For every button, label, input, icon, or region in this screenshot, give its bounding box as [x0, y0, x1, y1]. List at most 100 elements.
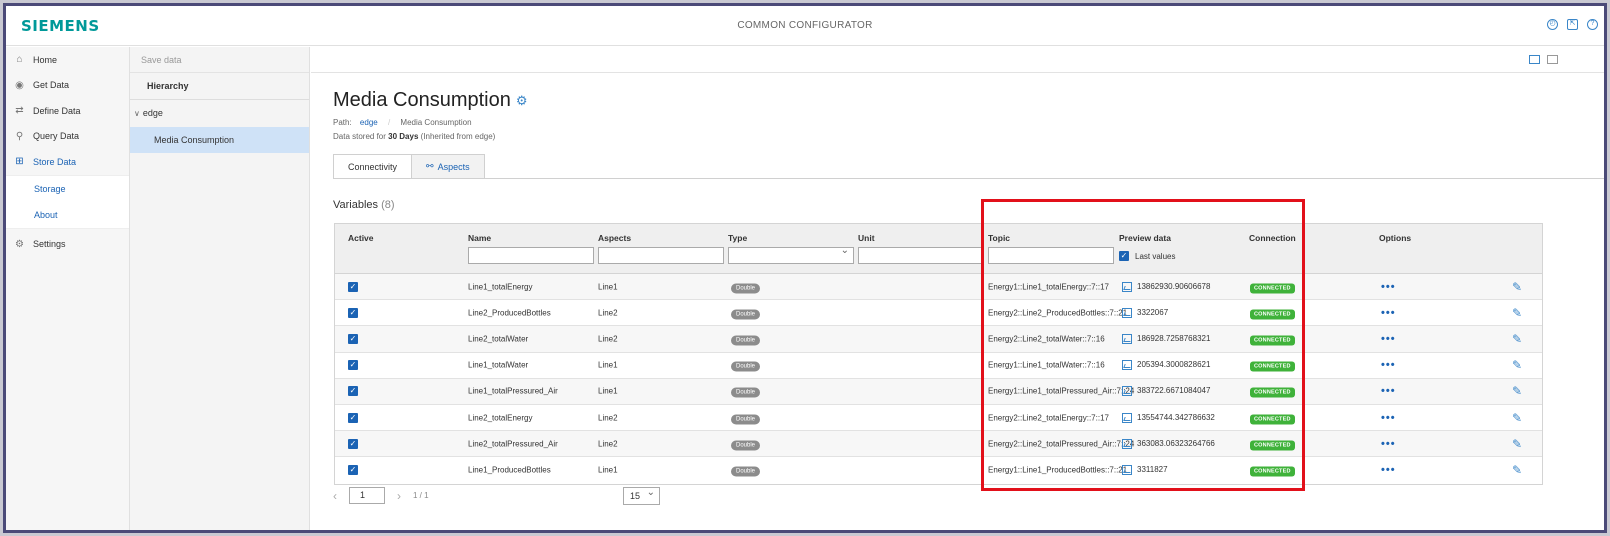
- last-values-toggle[interactable]: ✓ Last values: [1119, 251, 1175, 261]
- more-options-icon[interactable]: •••: [1381, 464, 1396, 476]
- variable-topic: Energy1::Line1_totalEnergy::7::17: [988, 282, 1109, 292]
- layout-left-icon[interactable]: [1529, 55, 1540, 64]
- last-values-checkbox[interactable]: ✓: [1119, 251, 1129, 261]
- tab-aspects[interactable]: ⚯ Aspects: [411, 154, 485, 179]
- edit-pencil-icon[interactable]: ✎: [1512, 437, 1522, 451]
- aspects-filter-input[interactable]: [598, 247, 724, 264]
- hierarchy-node-edge[interactable]: ∨ edge: [130, 100, 309, 127]
- active-checkbox[interactable]: ✓: [348, 307, 358, 318]
- edit-pencil-icon[interactable]: ✎: [1512, 280, 1522, 294]
- more-options-icon[interactable]: •••: [1381, 412, 1396, 424]
- unit-filter-input[interactable]: [858, 247, 984, 264]
- app-title: COMMON CONFIGURATOR: [737, 20, 873, 31]
- nav-item-label: Home: [33, 54, 58, 65]
- hierarchy-node-selected[interactable]: Media Consumption: [130, 127, 309, 153]
- edit-pencil-icon[interactable]: ✎: [1512, 463, 1522, 477]
- nav-item-home[interactable]: ⌂ Home: [6, 47, 129, 73]
- trend-chart-icon[interactable]: [1122, 307, 1132, 318]
- trend-chart-icon[interactable]: [1122, 465, 1132, 476]
- page-size-select[interactable]: 15: [623, 485, 660, 505]
- connected-badge: CONNECTED: [1250, 440, 1295, 451]
- type-badge-label: Double: [731, 335, 761, 346]
- nav-item-get-data[interactable]: ◉ Get Data: [6, 73, 129, 99]
- active-checkbox[interactable]: ✓: [348, 438, 358, 449]
- gear-icon[interactable]: ⚙: [516, 93, 528, 109]
- active-checkbox[interactable]: ✓: [348, 412, 358, 423]
- retention-suffix: (Inherited from edge): [420, 132, 496, 141]
- nav-sub-storage[interactable]: Storage: [6, 175, 129, 202]
- more-options-icon[interactable]: •••: [1381, 438, 1396, 450]
- preview-value: 13862930.90606678: [1137, 281, 1211, 291]
- breadcrumb-current: Media Consumption: [400, 118, 472, 127]
- help-icon[interactable]: ?: [1587, 19, 1598, 30]
- name-filter-input[interactable]: [468, 247, 594, 264]
- chevron-down-icon[interactable]: ∨: [134, 109, 140, 118]
- table-row: ✓ Line2_totalWater Line2 Double Energy2::Lin…: [335, 326, 1542, 353]
- trend-chart-icon[interactable]: [1122, 281, 1132, 292]
- table-row: ✓ Line1_ProducedBottles Line1 Double Energy1…: [335, 457, 1542, 483]
- variable-aspect: Line1: [598, 282, 618, 292]
- nav-item-settings[interactable]: ⚙ Settings: [6, 232, 129, 258]
- preview-data: 3322067: [1122, 307, 1168, 318]
- nav-item-label: Settings: [33, 239, 66, 250]
- trend-chart-icon[interactable]: [1122, 386, 1132, 397]
- topic-filter-input[interactable]: [988, 247, 1114, 264]
- breadcrumb-link-edge[interactable]: edge: [360, 118, 378, 127]
- table-row: ✓ Line1_totalPressured_Air Line1 Double Ener…: [335, 378, 1542, 405]
- page-number-input[interactable]: 1: [349, 487, 385, 504]
- type-badge-label: Double: [731, 387, 761, 398]
- preview-value: 383722.6671084047: [1137, 386, 1211, 396]
- variable-name: Line2_totalWater: [468, 334, 529, 344]
- next-page-icon[interactable]: ›: [397, 489, 401, 503]
- more-options-icon[interactable]: •••: [1381, 385, 1396, 397]
- variable-topic: Energy2::Line2_totalPressured_Air::7::24: [988, 439, 1135, 449]
- trend-chart-icon[interactable]: [1122, 438, 1132, 449]
- more-options-icon[interactable]: •••: [1381, 281, 1396, 293]
- connected-badge: CONNECTED: [1250, 387, 1295, 398]
- edit-pencil-icon[interactable]: ✎: [1512, 358, 1522, 372]
- active-checkbox[interactable]: ✓: [348, 386, 358, 397]
- variable-name: Line2_totalEnergy: [468, 413, 533, 423]
- page-total: 1 / 1: [413, 491, 429, 500]
- gear-icon: ⚙: [15, 238, 24, 250]
- query-data-icon: ⚲: [15, 130, 24, 142]
- last-values-label: Last values: [1135, 251, 1176, 261]
- tab-connectivity[interactable]: Connectivity: [333, 154, 413, 179]
- active-checkbox[interactable]: ✓: [348, 281, 358, 292]
- edit-pencil-icon[interactable]: ✎: [1512, 384, 1522, 398]
- more-options-icon[interactable]: •••: [1381, 359, 1396, 371]
- active-checkbox[interactable]: ✓: [348, 360, 358, 371]
- trend-chart-icon[interactable]: [1122, 360, 1132, 371]
- header-unit: Unit: [858, 233, 875, 243]
- trend-chart-icon[interactable]: [1122, 333, 1132, 344]
- more-options-icon[interactable]: •••: [1381, 333, 1396, 345]
- edit-pencil-icon[interactable]: ✎: [1512, 411, 1522, 425]
- nav-item-store-data[interactable]: ⊞ Store Data: [6, 149, 129, 175]
- type-badge-label: Double: [731, 414, 761, 425]
- trend-chart-icon[interactable]: [1122, 412, 1132, 423]
- nav-item-query-data[interactable]: ⚲ Query Data: [6, 124, 129, 150]
- more-options-icon[interactable]: •••: [1381, 307, 1396, 319]
- type-badge-label: Double: [731, 361, 761, 372]
- preview-data: 363083.06323264766: [1122, 438, 1215, 449]
- nav-item-define-data[interactable]: ⇄ Define Data: [6, 98, 129, 124]
- layout-right-icon[interactable]: [1547, 55, 1558, 64]
- preview-data: 383722.6671084047: [1122, 386, 1211, 397]
- preview-value: 3311827: [1137, 465, 1168, 475]
- edit-pencil-icon[interactable]: ✎: [1512, 332, 1522, 346]
- edit-pencil-icon[interactable]: ✎: [1512, 306, 1522, 320]
- active-checkbox[interactable]: ✓: [348, 333, 358, 344]
- prev-page-icon[interactable]: ‹: [333, 489, 337, 503]
- active-checkbox[interactable]: ✓: [348, 465, 358, 476]
- variables-title-text: Variables: [333, 199, 379, 211]
- path-label: Path:: [333, 118, 352, 127]
- save-data-button[interactable]: Save data: [130, 47, 309, 73]
- share-icon[interactable]: ⇱: [1567, 19, 1578, 30]
- header-options: Options: [1379, 233, 1412, 243]
- nav-sub-about[interactable]: About: [6, 201, 129, 228]
- clock-icon[interactable]: ◴: [1547, 19, 1558, 30]
- variables-count: (8): [381, 199, 395, 211]
- type-filter-select[interactable]: [728, 245, 854, 264]
- hierarchy-panel: Save data Hierarchy ∨ edge Media Consumpt…: [130, 47, 310, 530]
- variable-topic: Energy1::Line1_totalWater::7::16: [988, 360, 1105, 370]
